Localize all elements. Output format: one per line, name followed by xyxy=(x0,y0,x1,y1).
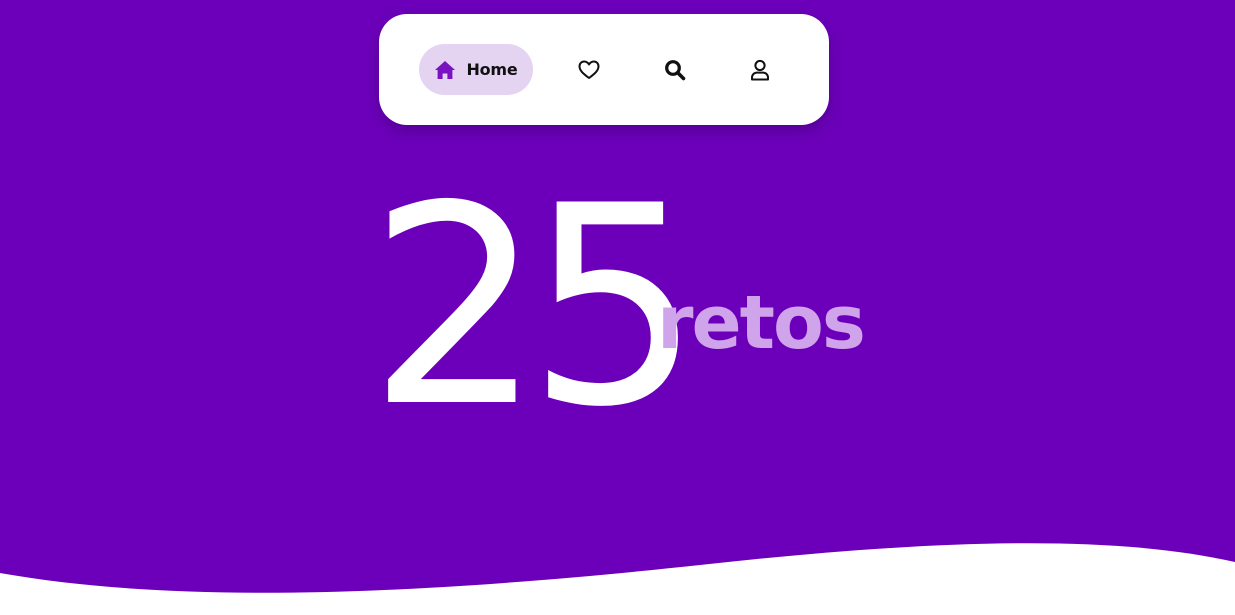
nav-favorites-button[interactable] xyxy=(569,44,609,95)
bottom-wave xyxy=(0,543,1235,615)
bottom-nav-card: Home xyxy=(379,14,829,125)
heart-icon xyxy=(578,60,600,80)
nav-home-button[interactable]: Home xyxy=(419,44,533,95)
nav-profile-button[interactable] xyxy=(740,44,780,95)
home-icon xyxy=(434,60,456,80)
challenge-unit: retos xyxy=(657,280,866,366)
nav-home-label: Home xyxy=(466,60,518,79)
nav-search-button[interactable] xyxy=(655,44,695,95)
user-icon xyxy=(750,59,770,81)
page: Home 25 retos xyxy=(0,0,1235,615)
search-icon xyxy=(664,59,686,81)
challenge-count: 25 xyxy=(368,147,702,467)
